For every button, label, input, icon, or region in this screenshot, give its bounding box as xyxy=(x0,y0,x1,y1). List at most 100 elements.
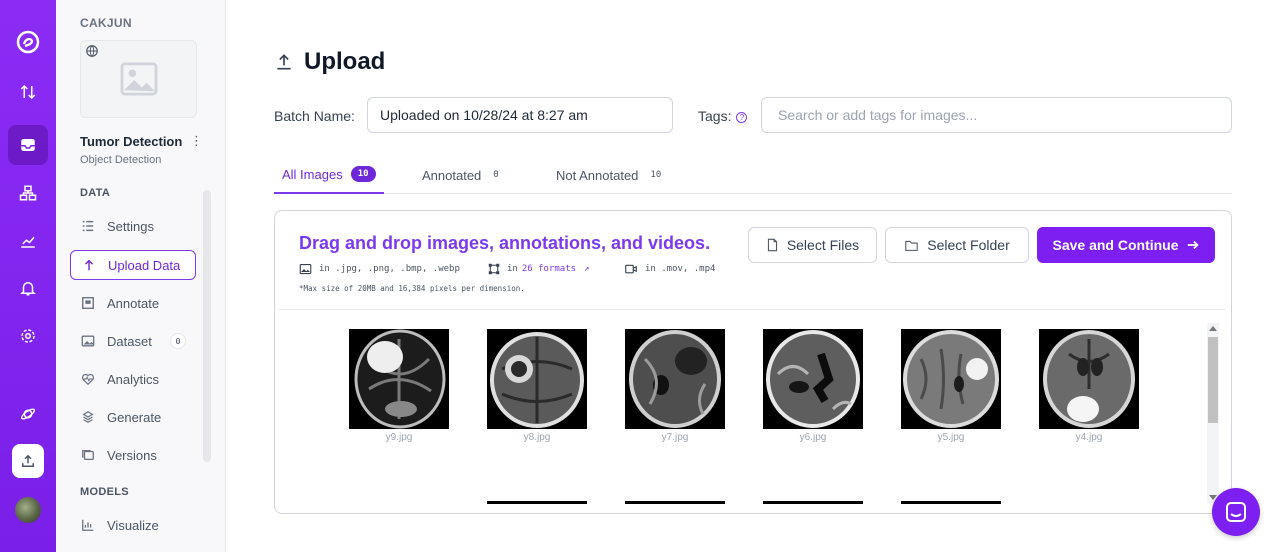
projects-inbox-icon[interactable] xyxy=(8,125,48,165)
mri-image xyxy=(625,329,725,429)
avatar[interactable] xyxy=(15,497,41,523)
image-formats-text: in .jpg, .png, .bmp, .webp xyxy=(319,264,460,274)
annotation-formats: in 26 formats ↗ xyxy=(488,263,589,275)
image-thumbnail-row2[interactable] xyxy=(625,501,725,504)
image-thumbnail[interactable]: y5.jpg xyxy=(901,329,1001,443)
save-and-continue-button[interactable]: Save and Continue xyxy=(1037,227,1215,263)
arrow-up-icon xyxy=(81,257,97,273)
formats-link[interactable]: 26 formats xyxy=(522,264,576,274)
workflow-icon[interactable] xyxy=(8,173,48,213)
image-thumbnail[interactable]: y8.jpg xyxy=(487,329,587,443)
max-size-note: *Max size of 20MB and 16,384 pixels per … xyxy=(299,284,525,293)
image-tabs: All Images 10 Annotated 0 Not Annotated 10 xyxy=(274,156,1232,194)
image-filename: y6.jpg xyxy=(799,432,827,443)
video-formats-text: in .mov, .mp4 xyxy=(645,264,716,274)
tab-all-images[interactable]: All Images 10 xyxy=(274,156,384,194)
sidebar-item-label: Versions xyxy=(107,447,157,463)
image-placeholder-icon xyxy=(120,62,157,96)
video-icon xyxy=(625,264,637,274)
upload-icon[interactable] xyxy=(12,444,44,478)
batch-name-input[interactable]: Uploaded on 10/28/24 at 8:27 am xyxy=(367,97,673,133)
image-thumbnail[interactable]: y7.jpg xyxy=(625,329,725,443)
video-formats: in .mov, .mp4 xyxy=(624,263,715,275)
select-files-label: Select Files xyxy=(786,237,860,253)
image-grid-scrollbar[interactable] xyxy=(1207,323,1219,503)
sidebar-item-label: Annotate xyxy=(107,295,160,311)
versions-icon xyxy=(80,447,96,463)
annotate-icon xyxy=(80,295,96,311)
project-sidebar: CAKJUN Tumor Detection ⋮ Object Detectio… xyxy=(56,0,226,552)
heart-pulse-icon xyxy=(80,371,96,387)
scroll-up-arrow-icon[interactable] xyxy=(1209,326,1217,331)
image-thumbnail-row2[interactable] xyxy=(763,501,863,504)
sidebar-item-upload-data[interactable]: Upload Data xyxy=(70,250,196,280)
sidebar-item-settings[interactable]: Settings xyxy=(70,211,196,241)
gear-icon[interactable] xyxy=(8,316,48,356)
image-filename: y4.jpg xyxy=(1075,432,1103,443)
image-thumbnail[interactable]: y4.jpg xyxy=(1039,329,1139,443)
kebab-menu-icon[interactable]: ⋮ xyxy=(190,133,203,149)
project-type: Object Detection xyxy=(80,154,162,166)
bar-chart-icon xyxy=(80,517,96,533)
sidebar-item-versions[interactable]: Versions xyxy=(70,440,196,470)
sidebar-item-visualize[interactable]: Visualize xyxy=(70,510,196,540)
arrow-right-icon xyxy=(1187,240,1199,250)
tab-not-annotated[interactable]: Not Annotated 10 xyxy=(556,156,661,194)
chat-support-button[interactable] xyxy=(1212,488,1260,536)
list-icon xyxy=(80,218,96,234)
dropzone-divider xyxy=(279,309,1225,310)
sidebar-item-label: Visualize xyxy=(107,517,159,533)
save-continue-label: Save and Continue xyxy=(1052,237,1179,253)
file-icon xyxy=(767,238,777,252)
sidebar-item-analytics[interactable]: Analytics xyxy=(70,364,196,394)
image-thumbnail-row2[interactable] xyxy=(901,501,1001,504)
tab-count: 10 xyxy=(650,170,662,180)
mri-image xyxy=(349,329,449,429)
planet-icon[interactable] xyxy=(8,394,48,434)
mri-image xyxy=(1039,329,1139,429)
mri-image xyxy=(901,329,1001,429)
image-thumbnail[interactable]: y6.jpg xyxy=(763,329,863,443)
tags-label: Tags:? xyxy=(698,108,748,124)
tags-search-input[interactable]: Search or add tags for images... xyxy=(761,97,1232,133)
page-header: Upload xyxy=(274,48,385,76)
external-link-icon[interactable]: ↗ xyxy=(584,264,589,274)
image-formats: in .jpg, .png, .bmp, .webp xyxy=(299,263,460,275)
image-thumbnail[interactable]: y9.jpg xyxy=(349,329,449,443)
image-filename: y7.jpg xyxy=(661,432,689,443)
logo-icon[interactable] xyxy=(8,22,48,62)
image-icon xyxy=(80,333,96,349)
tab-count: 0 xyxy=(493,170,499,180)
bounding-box-icon xyxy=(488,263,500,275)
tab-label: Annotated xyxy=(422,167,482,183)
sidebar-item-annotate[interactable]: Annotate xyxy=(70,288,196,318)
globe-icon xyxy=(86,45,98,57)
upload-dropzone[interactable]: Drag and drop images, annotations, and v… xyxy=(274,210,1232,514)
select-files-button[interactable]: Select Files xyxy=(748,227,877,263)
mri-image xyxy=(487,329,587,429)
section-data: DATA xyxy=(80,187,111,199)
tab-annotated[interactable]: Annotated 0 xyxy=(422,156,499,194)
sidebar-scrollbar[interactable] xyxy=(203,190,211,462)
mri-image xyxy=(763,329,863,429)
workspace-name[interactable]: CAKJUN xyxy=(80,16,132,30)
sidebar-item-dataset[interactable]: Dataset 0 xyxy=(70,326,196,356)
generate-icon xyxy=(80,409,96,425)
sidebar-item-label: Dataset xyxy=(107,333,152,349)
image-filename: y5.jpg xyxy=(937,432,965,443)
project-thumbnail[interactable] xyxy=(80,40,197,118)
scroll-thumb[interactable] xyxy=(1208,337,1218,423)
image-thumbnail-row2[interactable] xyxy=(487,501,587,504)
upload-icon xyxy=(277,54,291,70)
project-name: Tumor Detection xyxy=(80,134,183,149)
transfer-icon[interactable] xyxy=(8,72,48,112)
select-folder-button[interactable]: Select Folder xyxy=(885,227,1029,263)
sidebar-item-generate[interactable]: Generate xyxy=(70,402,196,432)
help-icon[interactable]: ? xyxy=(736,112,748,123)
sidebar-item-label: Analytics xyxy=(107,371,160,387)
tags-label-text: Tags: xyxy=(698,108,732,124)
batch-name-label: Batch Name: xyxy=(274,108,355,124)
tab-label: Not Annotated xyxy=(556,167,639,183)
chart-icon[interactable] xyxy=(8,221,48,261)
bell-icon[interactable] xyxy=(8,268,48,308)
